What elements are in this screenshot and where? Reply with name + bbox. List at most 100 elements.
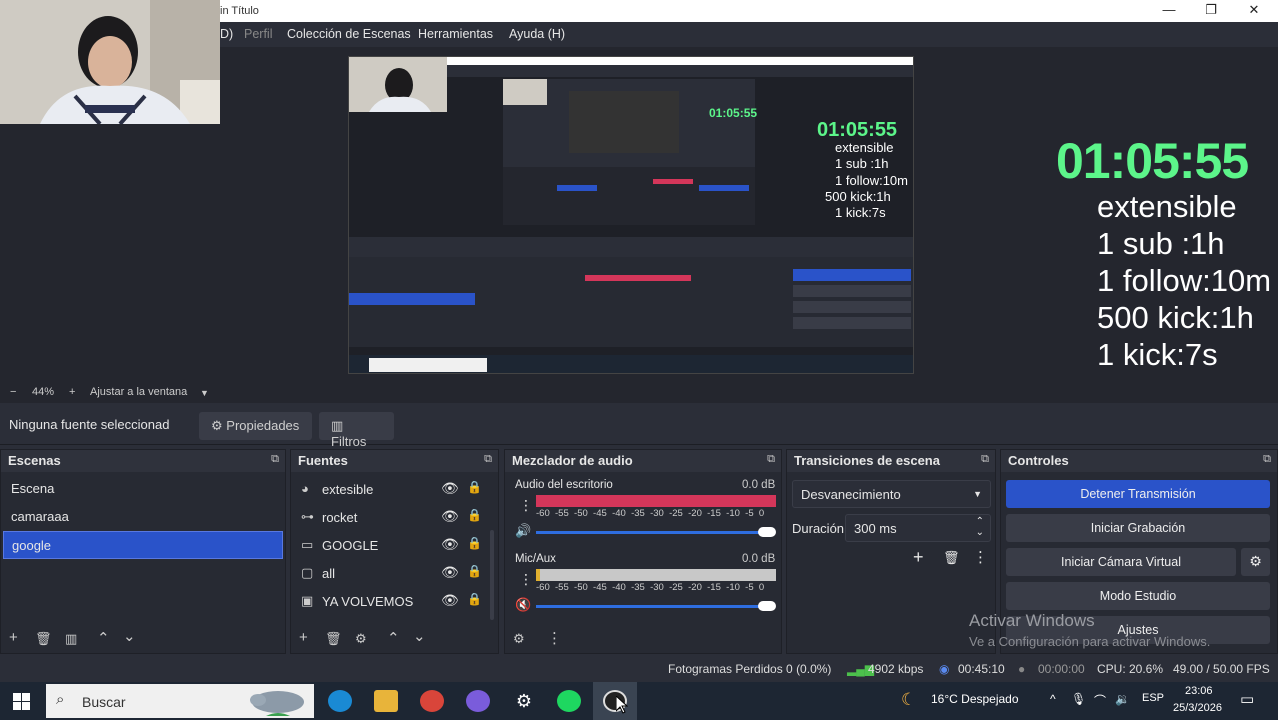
zoom-fit-label[interactable]: Ajustar a la ventana bbox=[90, 386, 187, 398]
eye-icon[interactable]: 👁 bbox=[441, 480, 459, 497]
add-icon[interactable]: + bbox=[9, 629, 18, 646]
stop-stream-button[interactable]: Detener Transmisión bbox=[1006, 480, 1270, 508]
eye-icon[interactable]: 👁 bbox=[441, 508, 459, 525]
trash-icon[interactable]: 🗑 bbox=[943, 550, 960, 566]
studio-mode-button[interactable]: Modo Estudio bbox=[1006, 582, 1270, 610]
kebab-menu-icon[interactable]: ⋮ bbox=[519, 497, 533, 514]
advanced-audio-icon[interactable]: ⚙ bbox=[513, 631, 525, 647]
kebab-menu-icon[interactable]: ⋮ bbox=[973, 548, 988, 566]
taskbar-search[interactable]: ⌕ Buscar bbox=[46, 684, 314, 718]
lock-icon[interactable]: 🔒 bbox=[467, 480, 482, 494]
move-up-icon[interactable]: ⌃ bbox=[97, 629, 110, 647]
volume-slider[interactable] bbox=[536, 531, 772, 534]
scene-item-selected[interactable]: google bbox=[3, 531, 283, 559]
folder-icon[interactable] bbox=[374, 690, 398, 712]
close-button[interactable]: ✕ bbox=[1244, 2, 1264, 18]
minimize-button[interactable]: — bbox=[1159, 2, 1179, 17]
move-up-icon[interactable]: ⌃ bbox=[387, 629, 400, 647]
scene-item[interactable]: Escena bbox=[3, 475, 283, 503]
dropped-frames: Fotogramas Perdidos 0 (0.0%) bbox=[668, 662, 832, 676]
duration-stepper[interactable]: 300 ms ⌃ ⌄ bbox=[845, 514, 991, 542]
source-item[interactable]: ▢ all 👁 🔒 bbox=[291, 559, 498, 587]
volume-icon[interactable]: 🔉 bbox=[1115, 692, 1130, 706]
add-icon[interactable]: + bbox=[913, 547, 924, 568]
lock-icon[interactable]: 🔒 bbox=[467, 508, 482, 522]
settings-app-icon[interactable]: ⚙ bbox=[512, 690, 536, 712]
discord-icon[interactable] bbox=[466, 690, 490, 712]
eye-icon[interactable]: 👁 bbox=[441, 564, 459, 581]
slider-knob[interactable] bbox=[758, 527, 776, 537]
kebab-menu-icon[interactable]: ⋮ bbox=[547, 629, 562, 647]
kebab-menu-icon[interactable]: ⋮ bbox=[519, 571, 533, 588]
search-placeholder: Buscar bbox=[82, 694, 126, 710]
lock-icon[interactable]: 🔒 bbox=[467, 592, 482, 606]
clock-time[interactable]: 23:06 bbox=[1185, 685, 1213, 697]
mic-muted-icon[interactable]: 🔇 bbox=[515, 597, 531, 613]
properties-button[interactable]: ⚙ Propiedades bbox=[199, 412, 312, 440]
wifi-icon[interactable]: ⌒ bbox=[1094, 692, 1106, 709]
move-down-icon[interactable]: ⌄ bbox=[123, 627, 136, 645]
source-item[interactable]: ⊶ rocket 👁 🔒 bbox=[291, 503, 498, 531]
zoom-in-button[interactable]: + bbox=[69, 386, 75, 398]
step-down-icon[interactable]: ⌄ bbox=[976, 527, 984, 538]
weather-text[interactable]: 16°C Despejado bbox=[931, 692, 1019, 706]
menu-item-profile[interactable]: Perfil bbox=[244, 27, 272, 41]
step-up-icon[interactable]: ⌃ bbox=[976, 516, 984, 527]
zoom-dropdown-icon[interactable]: ▼ bbox=[200, 388, 209, 398]
restore-button[interactable]: ❐ bbox=[1201, 2, 1221, 18]
trash-icon[interactable]: 🗑 bbox=[35, 631, 52, 647]
float-dock-icon[interactable]: ⧉ bbox=[484, 453, 492, 466]
window-icon: ▭ bbox=[301, 537, 314, 552]
chevron-up-icon[interactable]: ^ bbox=[1050, 692, 1056, 706]
source-item[interactable]: ◕ extesible 👁 🔒 bbox=[291, 475, 498, 503]
float-dock-icon[interactable]: ⧉ bbox=[271, 453, 279, 466]
clock-date[interactable]: 25/3/2026 bbox=[1173, 702, 1222, 714]
virtual-camera-button[interactable]: Iniciar Cámara Virtual bbox=[1006, 548, 1236, 576]
menu-item-file[interactable]: D) bbox=[220, 27, 233, 41]
eye-icon[interactable]: 👁 bbox=[441, 592, 459, 609]
volume-slider[interactable] bbox=[536, 605, 772, 608]
sources-dock: Fuentes ⧉ ◕ extesible 👁 🔒 ⊶ rocket 👁 🔒 ▭… bbox=[290, 449, 499, 654]
menu-item-scene-collection[interactable]: Colección de Escenas bbox=[287, 27, 411, 41]
webcam-feed bbox=[0, 0, 220, 124]
stream-time: 00:45:10 bbox=[958, 662, 1005, 676]
gear-icon[interactable]: ⚙ bbox=[1241, 548, 1270, 576]
trash-icon[interactable]: 🗑 bbox=[325, 631, 342, 647]
meter-ticks: -60 -55 -50 -45 -40 -35 -30 -25 -20 -15 … bbox=[536, 508, 765, 519]
scrollbar[interactable] bbox=[490, 530, 494, 620]
transition-select[interactable]: Desvanecimiento ▼ bbox=[792, 480, 991, 508]
obs-taskbar-button[interactable] bbox=[593, 682, 637, 720]
lock-icon[interactable]: 🔒 bbox=[467, 564, 482, 578]
scenes-title: Escenas bbox=[8, 453, 61, 468]
transitions-dock: Transiciones de escena ⧉ Desvanecimiento… bbox=[786, 449, 996, 654]
menu-item-tools[interactable]: Herramientas bbox=[418, 27, 493, 41]
slider-knob[interactable] bbox=[758, 601, 776, 611]
zoom-bar: − 44% + Ajustar a la ventana ▼ bbox=[0, 383, 1278, 403]
start-recording-button[interactable]: Iniciar Grabación bbox=[1006, 514, 1270, 542]
float-dock-icon[interactable]: ⧉ bbox=[1263, 453, 1271, 466]
notifications-icon[interactable]: ▭ bbox=[1240, 690, 1254, 708]
gear-icon[interactable]: ⚙ bbox=[355, 631, 367, 647]
eye-icon[interactable]: 👁 bbox=[441, 536, 459, 553]
add-icon[interactable]: + bbox=[299, 629, 308, 646]
lock-icon[interactable]: 🔒 bbox=[467, 536, 482, 550]
edge-icon[interactable] bbox=[328, 690, 352, 712]
properties-label: Propiedades bbox=[226, 418, 300, 433]
mic-icon[interactable]: 🎙 bbox=[1071, 692, 1086, 706]
windows-start-icon[interactable] bbox=[13, 693, 30, 710]
menu-item-help[interactable]: Ayuda (H) bbox=[509, 27, 565, 41]
zoom-out-button[interactable]: − bbox=[10, 386, 16, 398]
float-dock-icon[interactable]: ⧉ bbox=[767, 453, 775, 466]
chrome-icon[interactable] bbox=[420, 690, 444, 712]
spotify-icon[interactable] bbox=[557, 690, 581, 712]
source-item[interactable]: ▭ GOOGLE 👁 🔒 bbox=[291, 531, 498, 559]
nested-preview-image: 01:05:55 01:05:55 extensible 1 sub :1h 1… bbox=[349, 57, 913, 373]
move-down-icon[interactable]: ⌄ bbox=[413, 627, 426, 645]
source-item[interactable]: ▣ YA VOLVEMOS 👁 🔒 bbox=[291, 587, 498, 615]
float-dock-icon[interactable]: ⧉ bbox=[981, 453, 989, 466]
filter-icon[interactable]: ▥ bbox=[65, 631, 77, 647]
speaker-icon[interactable]: 🔊 bbox=[515, 523, 531, 539]
filters-button[interactable]: ▥ Filtros bbox=[319, 412, 394, 449]
language-indicator[interactable]: ESP bbox=[1142, 692, 1164, 704]
scene-item[interactable]: camaraaa bbox=[3, 503, 283, 531]
